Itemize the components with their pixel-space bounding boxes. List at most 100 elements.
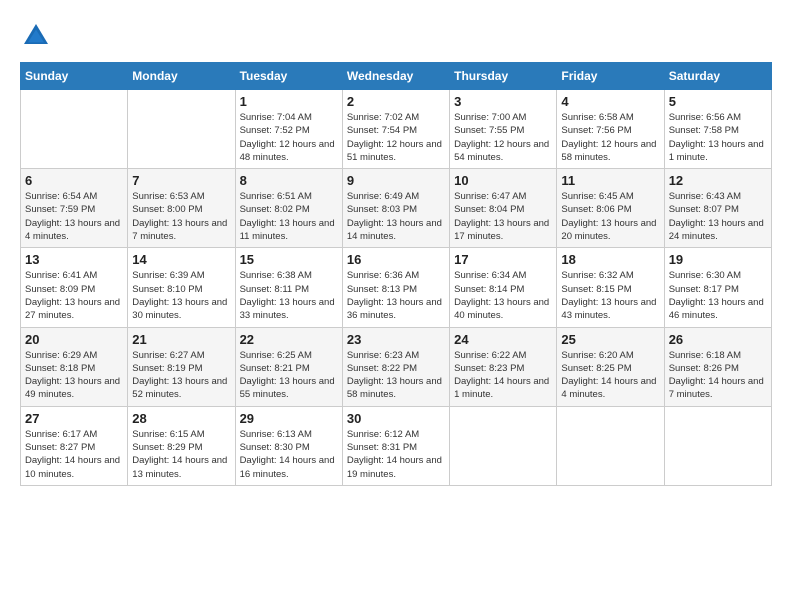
weekday-header-friday: Friday	[557, 63, 664, 90]
day-cell: 14 Sunrise: 6:39 AM Sunset: 8:10 PM Dayli…	[128, 248, 235, 327]
day-cell: 25 Sunrise: 6:20 AM Sunset: 8:25 PM Dayli…	[557, 327, 664, 406]
week-row-4: 20Sunrise: 6:29 AM Sunset: 8:18 PM Dayli…	[21, 327, 772, 406]
day-info: Sunrise: 6:20 AM Sunset: 8:25 PM Dayligh…	[561, 349, 659, 402]
day-info: Sunrise: 6:34 AM Sunset: 8:14 PM Dayligh…	[454, 269, 552, 322]
week-row-5: 27 Sunrise: 6:17 AM Sunset: 8:27 PM Dayli…	[21, 406, 772, 485]
day-info: Sunrise: 6:23 AM Sunset: 8:22 PM Dayligh…	[347, 349, 445, 402]
day-info: Sunrise: 6:17 AM Sunset: 8:27 PM Dayligh…	[25, 428, 123, 481]
day-info: Sunrise: 6:12 AM Sunset: 8:31 PM Dayligh…	[347, 428, 445, 481]
day-cell: 1 Sunrise: 7:04 AM Sunset: 7:52 PM Daylig…	[235, 90, 342, 169]
day-cell: 23 Sunrise: 6:23 AM Sunset: 8:22 PM Dayli…	[342, 327, 449, 406]
day-cell: 13 Sunrise: 6:41 AM Sunset: 8:09 PM Dayli…	[21, 248, 128, 327]
day-number: 26	[669, 332, 767, 347]
day-number: 11	[561, 173, 659, 188]
day-number: 16	[347, 252, 445, 267]
day-number: 13	[25, 252, 123, 267]
day-number: 7	[132, 173, 230, 188]
logo-icon	[20, 20, 52, 52]
day-info: Sunrise: 6:15 AM Sunset: 8:29 PM Dayligh…	[132, 428, 230, 481]
day-number: 25	[561, 332, 659, 347]
day-info: Sunrise: 6:39 AM Sunset: 8:10 PM Dayligh…	[132, 269, 230, 322]
day-number: 21	[132, 332, 230, 347]
day-info: Sunrise: 6:41 AM Sunset: 8:09 PM Dayligh…	[25, 269, 123, 322]
day-number: 1	[240, 94, 338, 109]
day-cell: 8 Sunrise: 6:51 AM Sunset: 8:02 PM Daylig…	[235, 169, 342, 248]
day-cell: 7Sunrise: 6:53 AM Sunset: 8:00 PM Daylig…	[128, 169, 235, 248]
day-cell	[664, 406, 771, 485]
day-cell: 28 Sunrise: 6:15 AM Sunset: 8:29 PM Dayli…	[128, 406, 235, 485]
day-info: Sunrise: 6:36 AM Sunset: 8:13 PM Dayligh…	[347, 269, 445, 322]
day-cell: 2Sunrise: 7:02 AM Sunset: 7:54 PM Daylig…	[342, 90, 449, 169]
day-cell: 17 Sunrise: 6:34 AM Sunset: 8:14 PM Dayli…	[450, 248, 557, 327]
day-cell: 16 Sunrise: 6:36 AM Sunset: 8:13 PM Dayli…	[342, 248, 449, 327]
day-number: 22	[240, 332, 338, 347]
day-cell: 27 Sunrise: 6:17 AM Sunset: 8:27 PM Dayli…	[21, 406, 128, 485]
weekday-header-sunday: Sunday	[21, 63, 128, 90]
day-info: Sunrise: 6:45 AM Sunset: 8:06 PM Dayligh…	[561, 190, 659, 243]
day-cell: 9 Sunrise: 6:49 AM Sunset: 8:03 PM Daylig…	[342, 169, 449, 248]
day-number: 9	[347, 173, 445, 188]
day-number: 12	[669, 173, 767, 188]
day-cell: 3Sunrise: 7:00 AM Sunset: 7:55 PM Daylig…	[450, 90, 557, 169]
day-cell: 19 Sunrise: 6:30 AM Sunset: 8:17 PM Dayli…	[664, 248, 771, 327]
day-number: 28	[132, 411, 230, 426]
day-info: Sunrise: 6:51 AM Sunset: 8:02 PM Dayligh…	[240, 190, 338, 243]
weekday-header-saturday: Saturday	[664, 63, 771, 90]
day-cell: 29 Sunrise: 6:13 AM Sunset: 8:30 PM Dayli…	[235, 406, 342, 485]
day-info: Sunrise: 6:32 AM Sunset: 8:15 PM Dayligh…	[561, 269, 659, 322]
day-cell: 4 Sunrise: 6:58 AM Sunset: 7:56 PM Daylig…	[557, 90, 664, 169]
day-info: Sunrise: 6:49 AM Sunset: 8:03 PM Dayligh…	[347, 190, 445, 243]
day-info: Sunrise: 6:56 AM Sunset: 7:58 PM Dayligh…	[669, 111, 767, 164]
weekday-header-row: SundayMondayTuesdayWednesdayThursdayFrid…	[21, 63, 772, 90]
day-cell: 10Sunrise: 6:47 AM Sunset: 8:04 PM Dayli…	[450, 169, 557, 248]
weekday-header-monday: Monday	[128, 63, 235, 90]
day-number: 8	[240, 173, 338, 188]
day-cell: 26 Sunrise: 6:18 AM Sunset: 8:26 PM Dayli…	[664, 327, 771, 406]
day-number: 23	[347, 332, 445, 347]
day-cell: 6 Sunrise: 6:54 AM Sunset: 7:59 PM Daylig…	[21, 169, 128, 248]
day-info: Sunrise: 6:18 AM Sunset: 8:26 PM Dayligh…	[669, 349, 767, 402]
week-row-1: 1 Sunrise: 7:04 AM Sunset: 7:52 PM Daylig…	[21, 90, 772, 169]
calendar: SundayMondayTuesdayWednesdayThursdayFrid…	[20, 62, 772, 486]
day-cell: 18 Sunrise: 6:32 AM Sunset: 8:15 PM Dayli…	[557, 248, 664, 327]
day-cell: 12 Sunrise: 6:43 AM Sunset: 8:07 PM Dayli…	[664, 169, 771, 248]
day-info: Sunrise: 7:04 AM Sunset: 7:52 PM Dayligh…	[240, 111, 338, 164]
day-cell: 22 Sunrise: 6:25 AM Sunset: 8:21 PM Dayli…	[235, 327, 342, 406]
weekday-header-thursday: Thursday	[450, 63, 557, 90]
day-info: Sunrise: 6:25 AM Sunset: 8:21 PM Dayligh…	[240, 349, 338, 402]
day-cell: 30 Sunrise: 6:12 AM Sunset: 8:31 PM Dayli…	[342, 406, 449, 485]
week-row-3: 13 Sunrise: 6:41 AM Sunset: 8:09 PM Dayli…	[21, 248, 772, 327]
day-number: 6	[25, 173, 123, 188]
day-info: Sunrise: 6:54 AM Sunset: 7:59 PM Dayligh…	[25, 190, 123, 243]
day-number: 27	[25, 411, 123, 426]
logo	[20, 20, 56, 52]
day-info: Sunrise: 6:43 AM Sunset: 8:07 PM Dayligh…	[669, 190, 767, 243]
day-info: Sunrise: 6:30 AM Sunset: 8:17 PM Dayligh…	[669, 269, 767, 322]
day-info: Sunrise: 6:13 AM Sunset: 8:30 PM Dayligh…	[240, 428, 338, 481]
day-cell	[128, 90, 235, 169]
day-cell: 24 Sunrise: 6:22 AM Sunset: 8:23 PM Dayli…	[450, 327, 557, 406]
day-cell: 5 Sunrise: 6:56 AM Sunset: 7:58 PM Daylig…	[664, 90, 771, 169]
day-number: 4	[561, 94, 659, 109]
day-info: Sunrise: 6:47 AM Sunset: 8:04 PM Dayligh…	[454, 190, 552, 243]
day-cell: 20Sunrise: 6:29 AM Sunset: 8:18 PM Dayli…	[21, 327, 128, 406]
day-info: Sunrise: 6:58 AM Sunset: 7:56 PM Dayligh…	[561, 111, 659, 164]
day-number: 14	[132, 252, 230, 267]
day-number: 29	[240, 411, 338, 426]
day-number: 17	[454, 252, 552, 267]
week-row-2: 6 Sunrise: 6:54 AM Sunset: 7:59 PM Daylig…	[21, 169, 772, 248]
day-number: 20	[25, 332, 123, 347]
day-number: 15	[240, 252, 338, 267]
day-cell: 11 Sunrise: 6:45 AM Sunset: 8:06 PM Dayli…	[557, 169, 664, 248]
day-number: 30	[347, 411, 445, 426]
day-number: 19	[669, 252, 767, 267]
weekday-header-tuesday: Tuesday	[235, 63, 342, 90]
day-info: Sunrise: 6:22 AM Sunset: 8:23 PM Dayligh…	[454, 349, 552, 402]
day-number: 18	[561, 252, 659, 267]
day-number: 24	[454, 332, 552, 347]
day-number: 3	[454, 94, 552, 109]
day-cell	[21, 90, 128, 169]
day-cell	[450, 406, 557, 485]
day-cell	[557, 406, 664, 485]
day-number: 5	[669, 94, 767, 109]
